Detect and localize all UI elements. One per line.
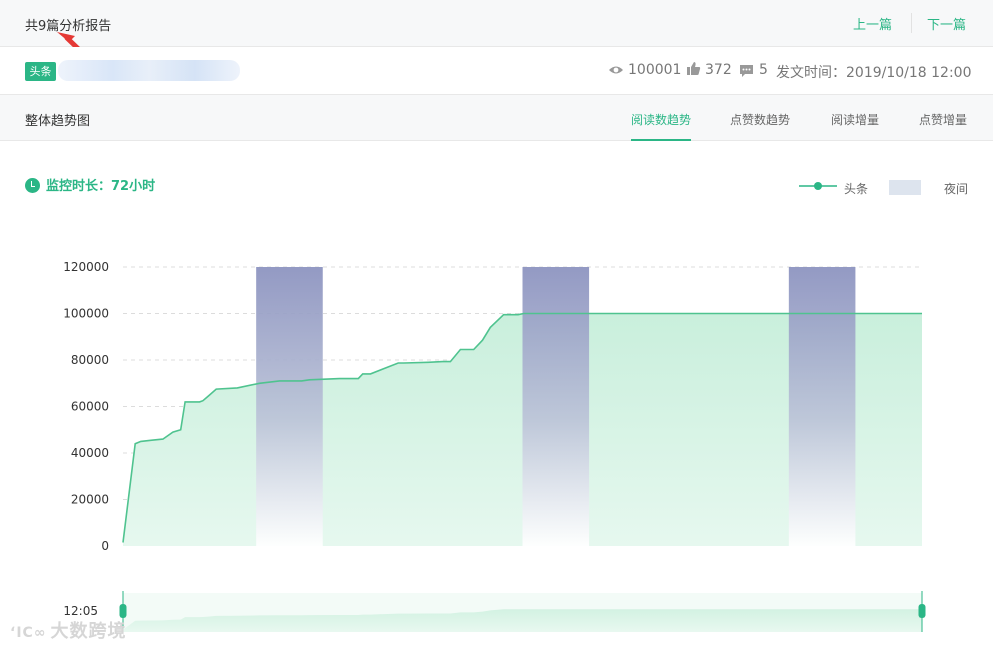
timeline-handle-left[interactable] — [119, 604, 127, 618]
y-tick-label: 20000 — [71, 493, 109, 507]
y-tick-label: 0 — [101, 539, 109, 553]
timeline-handle-right[interactable] — [918, 604, 926, 618]
night-band — [522, 267, 590, 546]
watermark-text: 大数跨境 — [50, 621, 127, 642]
trend-chart: 0 20000 40000 60000 80000 100000 120000 12:05 — [63, 260, 926, 632]
y-tick-label: 60000 — [71, 400, 109, 414]
y-tick-label: 40000 — [71, 446, 109, 460]
watermark-logo: ʻIC∞ 大数跨境 — [10, 621, 127, 642]
y-tick-label: 120000 — [63, 260, 109, 274]
night-band — [256, 267, 323, 546]
y-tick-label: 80000 — [71, 353, 109, 367]
y-tick-label: 100000 — [63, 307, 109, 321]
night-band — [788, 267, 856, 546]
timeline-label: 12:05 — [63, 604, 98, 618]
